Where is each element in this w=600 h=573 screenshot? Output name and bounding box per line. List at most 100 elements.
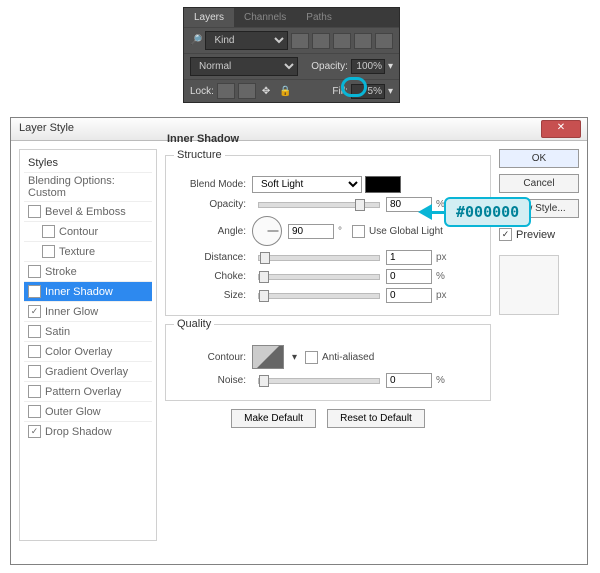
checkbox[interactable] <box>28 345 41 358</box>
fill-value[interactable]: 5% <box>351 84 385 99</box>
opacity-label: Opacity: <box>176 199 252 210</box>
choke-unit: % <box>436 271 445 282</box>
structure-group: Structure Blend Mode: Soft Light Opacity… <box>165 155 491 316</box>
blend-mode-select[interactable]: Normal <box>190 57 298 76</box>
arrow-left-icon <box>418 204 432 220</box>
item-stroke[interactable]: Stroke <box>24 261 152 281</box>
ok-button[interactable]: OK <box>499 149 579 168</box>
checkbox[interactable] <box>28 325 41 338</box>
dialog-title: Layer Style <box>19 122 74 134</box>
opacity-label: Opacity: <box>311 61 348 72</box>
size-slider[interactable] <box>258 293 380 299</box>
checkbox[interactable] <box>28 385 41 398</box>
distance-input[interactable] <box>386 250 432 265</box>
checkbox[interactable] <box>42 245 55 258</box>
item-pattern-overlay[interactable]: Pattern Overlay <box>24 381 152 401</box>
checkbox[interactable] <box>28 265 41 278</box>
checkbox[interactable]: ✓ <box>28 425 41 438</box>
opacity-slider[interactable] <box>258 202 380 208</box>
lock-all-icon[interactable]: 🔒 <box>276 86 294 97</box>
checkbox[interactable]: ✓ <box>28 305 41 318</box>
checkbox[interactable] <box>42 225 55 238</box>
item-bevel-emboss[interactable]: Bevel & Emboss <box>24 201 152 221</box>
styles-list: Styles Blending Options: Custom Bevel & … <box>19 149 157 541</box>
checkbox[interactable] <box>28 205 41 218</box>
noise-label: Noise: <box>176 375 252 386</box>
preview-swatch <box>499 255 559 315</box>
choke-label: Choke: <box>176 271 252 282</box>
filter-shape-icon[interactable] <box>354 33 372 49</box>
tab-layers[interactable]: Layers <box>184 8 234 27</box>
blend-mode-label: Blend Mode: <box>176 179 252 190</box>
item-satin[interactable]: Satin <box>24 321 152 341</box>
choke-input[interactable] <box>386 269 432 284</box>
tab-paths[interactable]: Paths <box>296 8 342 27</box>
preview-checkbox[interactable]: ✓ <box>499 228 512 241</box>
blend-mode-dropdown[interactable]: Soft Light <box>252 176 362 193</box>
distance-unit: px <box>436 252 447 263</box>
distance-label: Distance: <box>176 252 252 263</box>
fill-label: Fill: <box>332 86 348 97</box>
filter-smart-icon[interactable] <box>375 33 393 49</box>
layers-panel: Layers Channels Paths 🔎 Kind Normal Opac… <box>183 7 400 103</box>
layer-style-dialog: Layer Style ✕ Styles Blending Options: C… <box>10 117 588 565</box>
tab-channels[interactable]: Channels <box>234 8 296 27</box>
noise-input[interactable] <box>386 373 432 388</box>
section-title: Inner Shadow <box>167 133 239 145</box>
angle-unit: ° <box>338 226 342 237</box>
item-drop-shadow[interactable]: ✓Drop Shadow <box>24 421 152 441</box>
checkbox[interactable] <box>28 365 41 378</box>
filter-type-icon[interactable] <box>333 33 351 49</box>
reset-default-button[interactable]: Reset to Default <box>327 409 425 428</box>
checkbox[interactable] <box>28 405 41 418</box>
choke-slider[interactable] <box>258 274 380 280</box>
item-contour[interactable]: Contour <box>24 221 152 241</box>
size-unit: px <box>436 290 447 301</box>
preview-label: Preview <box>516 229 555 241</box>
color-callout-annotation: #000000 <box>418 197 531 227</box>
make-default-button[interactable]: Make Default <box>231 409 316 428</box>
arrow-stem <box>432 211 444 214</box>
item-texture[interactable]: Texture <box>24 241 152 261</box>
fill-dropdown-icon[interactable]: ▾ <box>388 86 393 97</box>
noise-slider[interactable] <box>258 378 380 384</box>
kind-label: 🔎 <box>190 35 202 46</box>
styles-header[interactable]: Styles <box>24 154 152 172</box>
lock-position-icon[interactable]: ✥ <box>259 86 273 97</box>
quality-label: Quality <box>174 318 214 330</box>
filter-adjust-icon[interactable] <box>312 33 330 49</box>
antialiased-label: Anti-aliased <box>322 352 374 363</box>
lock-pixels-icon[interactable] <box>238 83 256 99</box>
panel-tabs: Layers Channels Paths <box>184 8 399 27</box>
noise-unit: % <box>436 375 445 386</box>
antialiased-checkbox[interactable] <box>305 351 318 364</box>
angle-dial[interactable] <box>252 216 282 246</box>
cancel-button[interactable]: Cancel <box>499 174 579 193</box>
global-light-checkbox[interactable] <box>352 225 365 238</box>
size-input[interactable] <box>386 288 432 303</box>
opacity-dropdown-icon[interactable]: ▾ <box>388 61 393 72</box>
kind-filter-select[interactable]: Kind <box>205 31 288 50</box>
checkbox[interactable]: ✓ <box>28 285 41 298</box>
blending-options-item[interactable]: Blending Options: Custom <box>24 172 152 201</box>
distance-slider[interactable] <box>258 255 380 261</box>
close-button[interactable]: ✕ <box>541 120 581 138</box>
callout-bubble: #000000 <box>444 197 531 227</box>
angle-label: Angle: <box>176 226 252 237</box>
item-inner-glow[interactable]: ✓Inner Glow <box>24 301 152 321</box>
item-outer-glow[interactable]: Outer Glow <box>24 401 152 421</box>
angle-input[interactable] <box>288 224 334 239</box>
filter-image-icon[interactable] <box>291 33 309 49</box>
contour-picker[interactable] <box>252 345 284 369</box>
item-inner-shadow[interactable]: ✓Inner Shadow <box>24 281 152 301</box>
titlebar: Layer Style ✕ <box>11 118 587 141</box>
size-label: Size: <box>176 290 252 301</box>
lock-label: Lock: <box>190 86 214 97</box>
opacity-value[interactable]: 100% <box>351 59 385 74</box>
chevron-down-icon[interactable]: ▾ <box>292 352 297 363</box>
contour-label: Contour: <box>176 352 252 363</box>
lock-transparency-icon[interactable] <box>217 83 235 99</box>
color-swatch[interactable] <box>365 176 401 193</box>
item-color-overlay[interactable]: Color Overlay <box>24 341 152 361</box>
item-gradient-overlay[interactable]: Gradient Overlay <box>24 361 152 381</box>
